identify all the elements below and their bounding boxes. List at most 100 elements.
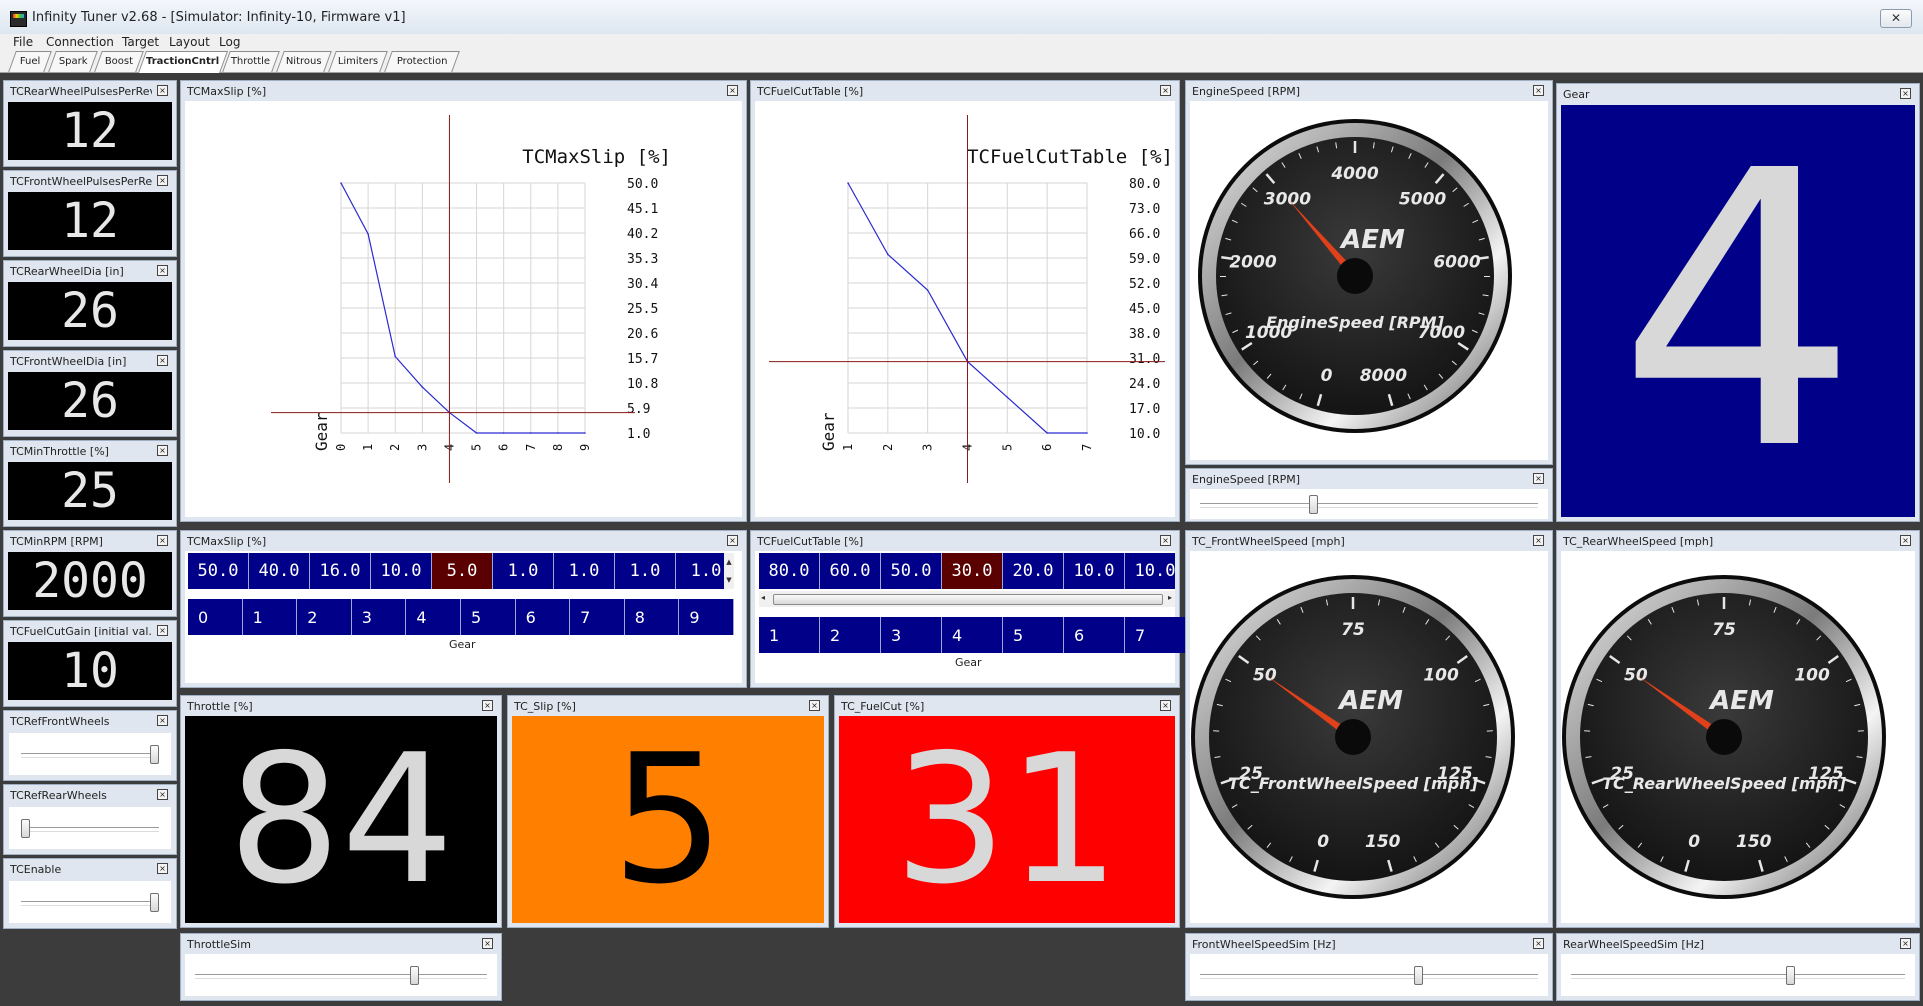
panel-close-button[interactable]: × <box>157 715 168 726</box>
tcmaxslip-chart[interactable]: 50.0 45.1 40.2 35.3 30.4 25.5 20.6 15.7 10.8 5.9 1… <box>185 101 740 515</box>
table-index-cell[interactable]: 5 <box>1003 617 1064 653</box>
panel-close-button[interactable]: × <box>1160 85 1171 96</box>
table-value-cell[interactable]: 10.0 <box>1125 553 1175 589</box>
table-index-cell[interactable]: 0 <box>188 599 243 635</box>
panel-close-button[interactable]: × <box>1900 938 1911 949</box>
panel-title: Gear <box>1563 88 1590 101</box>
table-value-cell[interactable]: 1.0 <box>615 553 676 589</box>
table-value-cell[interactable]: 1.0 <box>493 553 554 589</box>
table-index-cell[interactable]: 4 <box>942 617 1003 653</box>
table-value-cell[interactable]: 10.0 <box>1064 553 1125 589</box>
y-tick-label: 31.0 <box>1129 352 1160 367</box>
tab-spark[interactable]: Spark <box>48 51 98 72</box>
table-index-cell[interactable]: 2 <box>820 617 881 653</box>
tab-fuel[interactable]: Fuel <box>8 51 52 72</box>
panel-close-button[interactable]: × <box>157 265 168 276</box>
panel-close-button[interactable]: × <box>727 85 738 96</box>
table-index-cell[interactable]: 5 <box>460 599 516 635</box>
table-value-cell[interactable]: 40.0 <box>249 553 310 589</box>
tab-nitrous[interactable]: Nitrous <box>276 51 332 72</box>
panel-close-button[interactable]: × <box>1160 700 1171 711</box>
table-index-cell[interactable]: 4 <box>406 599 461 635</box>
scroll-thumb[interactable] <box>773 594 1163 605</box>
table-index-cell[interactable]: 1 <box>242 599 298 635</box>
menu-layout[interactable]: Layout <box>169 35 210 49</box>
slider-thumb[interactable] <box>1308 495 1318 514</box>
panel-close-button[interactable]: × <box>157 85 168 96</box>
panel-close-button[interactable]: × <box>1900 535 1911 546</box>
table-index-cell[interactable]: 3 <box>351 599 407 635</box>
table-index-cell[interactable]: 6 <box>515 599 571 635</box>
tab-limiters[interactable]: Limiters <box>328 51 388 72</box>
table-value-cell[interactable]: 20.0 <box>1003 553 1064 589</box>
table-value-cell[interactable]: 16.0 <box>310 553 371 589</box>
panel-close-button[interactable]: × <box>157 863 168 874</box>
slider-area <box>1190 954 1548 996</box>
table-value-cell[interactable]: 10.0 <box>371 553 432 589</box>
panel-close-button[interactable]: × <box>482 938 493 949</box>
panel-close-button[interactable]: × <box>809 700 820 711</box>
slider-thumb[interactable] <box>410 966 420 985</box>
panel-title: TCFuelCutTable [%] <box>757 85 864 98</box>
scroll-left-icon[interactable]: ◂ <box>761 593 765 602</box>
menu-target[interactable]: Target <box>122 35 159 49</box>
table-value-cell[interactable]: 50.0 <box>881 553 942 589</box>
slider-thumb[interactable] <box>1413 966 1423 985</box>
table-index-cell[interactable]: 7 <box>1125 617 1186 653</box>
panel-close-button[interactable]: × <box>727 535 738 546</box>
y-tick-label: 30.4 <box>627 277 658 292</box>
table-index-cell[interactable]: 2 <box>297 599 352 635</box>
table-value-cell[interactable]: 60.0 <box>820 553 881 589</box>
panel-close-button[interactable]: × <box>157 789 168 800</box>
table-index-cell[interactable]: 6 <box>1064 617 1125 653</box>
table-value-cell[interactable]: 1.0 <box>554 553 615 589</box>
panel-close-button[interactable]: × <box>157 535 168 546</box>
table-index-cell[interactable]: 3 <box>881 617 942 653</box>
slider-thumb[interactable] <box>21 819 30 838</box>
table-horizontal-scrollbar[interactable]: ◂ ▸ <box>759 591 1175 607</box>
slider-track <box>195 974 487 979</box>
tab-boost[interactable]: Boost <box>94 51 144 72</box>
table-index-cell[interactable]: 9 <box>679 599 734 635</box>
scroll-right-icon[interactable]: ▸ <box>1168 593 1172 602</box>
panel-close-button[interactable]: × <box>1533 938 1544 949</box>
close-window-button[interactable]: ✕ <box>1880 9 1912 28</box>
table-index-cell[interactable]: 7 <box>570 599 625 635</box>
table-value-cell[interactable]: 5.0 <box>432 553 493 589</box>
table-value-cell[interactable]: 50.0 <box>188 553 249 589</box>
panel-close-button[interactable]: × <box>482 700 493 711</box>
menu-file[interactable]: File <box>13 35 33 49</box>
y-tick-label: 80.0 <box>1129 177 1160 192</box>
tab-protection[interactable]: Protection <box>384 51 460 72</box>
table-index-cell[interactable]: 1 <box>759 617 820 653</box>
panel-close-button[interactable]: × <box>157 445 168 456</box>
panel-close-button[interactable]: × <box>157 355 168 366</box>
tab-throttle[interactable]: Throttle <box>222 51 280 72</box>
slider-thumb[interactable] <box>150 893 159 912</box>
dial-area: 0 1000 2000 3000 4000 5000 6000 7000 8000 AEM Engi… <box>1190 101 1548 460</box>
panel-close-button[interactable]: × <box>1533 473 1544 484</box>
panel-close-button[interactable]: × <box>157 625 168 636</box>
slider-area <box>185 954 497 996</box>
table-value-cell[interactable]: 80.0 <box>759 553 820 589</box>
slider-thumb[interactable] <box>150 745 159 764</box>
slider-thumb[interactable] <box>1785 966 1795 985</box>
table-vertical-scrollbar[interactable]: ▲ ▼ <box>724 553 734 589</box>
table-index-cell[interactable]: 8 <box>624 599 680 635</box>
tab-tractioncntrl[interactable]: TractionCntrl <box>137 51 229 73</box>
panel-close-button[interactable]: × <box>1533 535 1544 546</box>
dial-hub <box>1335 719 1371 755</box>
table-value-cell[interactable]: 1.0 <box>676 553 724 589</box>
gauge-tcrearwheelpulsesperrev: TCRearWheelPulsesPerRev × 12 <box>3 80 177 167</box>
panel-title: TCRearWheelDia [in] <box>10 265 124 278</box>
app-icon <box>10 11 27 27</box>
menu-connection[interactable]: Connection <box>46 35 114 49</box>
tcfuelcuttable-chart[interactable]: 80.0 73.0 66.0 59.0 52.0 45.0 38.0 31.0 24.0 17.0… <box>755 101 1173 515</box>
panel-close-button[interactable]: × <box>1900 88 1911 99</box>
menu-log[interactable]: Log <box>219 35 240 49</box>
panel-close-button[interactable]: × <box>1533 85 1544 96</box>
table-value-cell[interactable]: 30.0 <box>942 553 1003 589</box>
slider-area <box>1190 489 1548 519</box>
panel-close-button[interactable]: × <box>1160 535 1171 546</box>
panel-close-button[interactable]: × <box>157 175 168 186</box>
